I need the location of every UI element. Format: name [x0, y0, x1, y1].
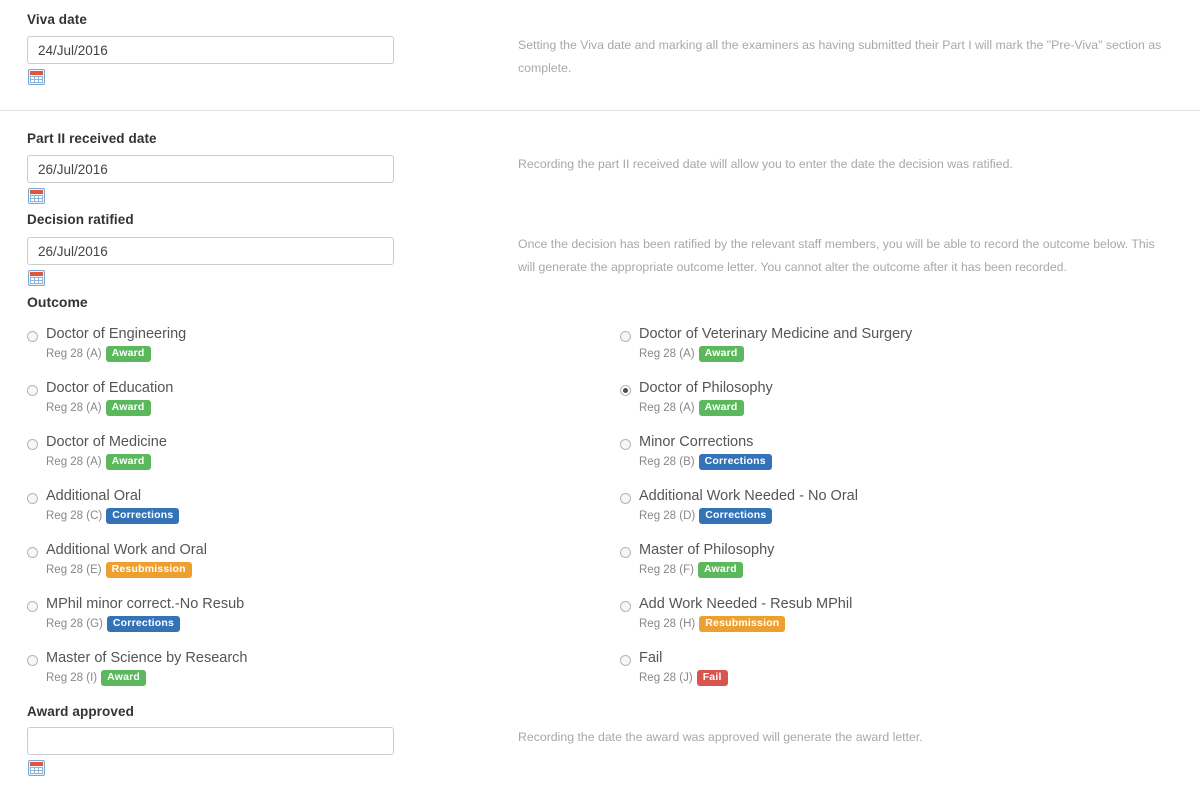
status-badge: Corrections: [106, 616, 181, 632]
outcome-option-meta: Reg 28 (C) Corrections: [46, 507, 180, 525]
status-badge: Corrections: [698, 454, 772, 470]
status-badge: Award: [698, 400, 744, 416]
outcome-regulation-text: Reg 28 (I): [46, 671, 98, 684]
calendar-icon-header: [30, 71, 43, 75]
outcome-regulation-text: Reg 28 (A): [46, 347, 102, 360]
outcome-form-page: Viva date Setting the Viva date and mark…: [0, 0, 1200, 788]
outcome-option-label[interactable]: Minor Corrections: [639, 434, 753, 450]
section-divider: [0, 110, 1200, 111]
status-badge: Award: [698, 346, 744, 362]
viva-date-input[interactable]: [27, 36, 394, 64]
outcome-option-meta: Reg 28 (E) Resubmission: [46, 561, 192, 579]
outcome-radio-button[interactable]: [620, 331, 631, 342]
outcome-option-label[interactable]: Doctor of Medicine: [46, 434, 167, 450]
calendar-icon-decision-ratified[interactable]: [28, 270, 45, 286]
decision-ratified-help-text: Once the decision has been ratified by t…: [518, 237, 1155, 274]
outcome-option-label[interactable]: Doctor of Engineering: [46, 326, 186, 342]
part-two-received-help-text: Recording the part II received date will…: [518, 157, 1013, 171]
viva-date-help-text: Setting the Viva date and marking all th…: [518, 38, 1162, 75]
outcome-option-meta: Reg 28 (B) Corrections: [639, 453, 772, 471]
outcome-option-label[interactable]: Fail: [639, 650, 662, 666]
outcome-radio-button[interactable]: [620, 601, 631, 612]
decision-ratified-input[interactable]: [27, 237, 394, 265]
outcome-regulation-text: Reg 28 (G): [46, 617, 103, 630]
outcome-radio-button[interactable]: [620, 655, 631, 666]
status-badge: Resubmission: [105, 562, 192, 578]
outcome-radio-button[interactable]: [620, 439, 631, 450]
outcome-option-meta: Reg 28 (I) Award: [46, 669, 147, 687]
outcome-radio-button[interactable]: [27, 655, 38, 666]
outcome-regulation-text: Reg 28 (B): [639, 455, 695, 468]
part-two-received-input[interactable]: [27, 155, 394, 183]
status-badge: Corrections: [106, 508, 180, 524]
outcome-option-meta: Reg 28 (D) Corrections: [639, 507, 773, 525]
outcome-regulation-text: Reg 28 (C): [46, 509, 103, 522]
outcome-option-meta: Reg 28 (J) Fail: [639, 669, 728, 687]
outcome-radio-button[interactable]: [27, 601, 38, 612]
outcome-radio-button[interactable]: [620, 547, 631, 558]
calendar-icon-header: [30, 190, 43, 194]
outcome-option-label[interactable]: Master of Science by Research: [46, 650, 247, 666]
outcome-regulation-text: Reg 28 (E): [46, 563, 102, 576]
calendar-icon-viva-date[interactable]: [28, 69, 45, 85]
outcome-option-label[interactable]: Doctor of Philosophy: [639, 380, 773, 396]
award-approved-input[interactable]: [27, 727, 394, 755]
outcome-regulation-text: Reg 28 (A): [639, 401, 695, 414]
outcome-option-meta: Reg 28 (H) Resubmission: [639, 615, 786, 633]
outcome-option-label[interactable]: MPhil minor correct.-No Resub: [46, 596, 244, 612]
outcome-radio-button[interactable]: [27, 547, 38, 558]
outcome-regulation-text: Reg 28 (J): [639, 671, 693, 684]
outcome-option-label[interactable]: Doctor of Education: [46, 380, 173, 396]
outcome-option-label[interactable]: Doctor of Veterinary Medicine and Surger…: [639, 326, 912, 342]
outcome-option-meta: Reg 28 (G) Corrections: [46, 615, 181, 633]
outcome-regulation-text: Reg 28 (D): [639, 509, 696, 522]
outcome-option-meta: Reg 28 (A) Award: [46, 345, 151, 363]
outcome-regulation-text: Reg 28 (H): [639, 617, 696, 630]
calendar-icon-grid: [30, 195, 43, 202]
outcome-radio-button[interactable]: [620, 493, 631, 504]
calendar-icon-header: [30, 272, 43, 276]
outcome-regulation-text: Reg 28 (A): [639, 347, 695, 360]
calendar-icon-header: [30, 762, 43, 766]
outcome-option-label[interactable]: Add Work Needed - Resub MPhil: [639, 596, 852, 612]
calendar-icon-award-approved[interactable]: [28, 760, 45, 776]
calendar-icon-grid: [30, 76, 43, 83]
status-badge: Fail: [696, 670, 728, 686]
status-badge: Award: [697, 562, 743, 578]
viva-date-label: Viva date: [27, 12, 87, 27]
outcome-option-meta: Reg 28 (A) Award: [639, 399, 744, 417]
outcome-regulation-text: Reg 28 (A): [46, 401, 102, 414]
outcome-radio-button[interactable]: [27, 439, 38, 450]
award-approved-label: Award approved: [27, 704, 134, 719]
calendar-icon-part-two-received[interactable]: [28, 188, 45, 204]
outcome-title: Outcome: [27, 294, 88, 310]
outcome-option-meta: Reg 28 (A) Award: [46, 453, 151, 471]
outcome-radio-button[interactable]: [27, 493, 38, 504]
outcome-radio-button[interactable]: [27, 331, 38, 342]
award-approved-help-text: Recording the date the award was approve…: [518, 730, 923, 744]
outcome-option-label[interactable]: Additional Oral: [46, 488, 141, 504]
outcome-option-label[interactable]: Additional Work and Oral: [46, 542, 207, 558]
status-badge: Resubmission: [699, 616, 786, 632]
status-badge: Award: [105, 454, 151, 470]
outcome-option-meta: Reg 28 (A) Award: [46, 399, 151, 417]
outcome-radio-button[interactable]: [620, 385, 631, 396]
outcome-regulation-text: Reg 28 (F): [639, 563, 694, 576]
outcome-option-meta: Reg 28 (A) Award: [639, 345, 744, 363]
status-badge: Award: [101, 670, 147, 686]
calendar-icon-grid: [30, 767, 43, 774]
outcome-radio-button[interactable]: [27, 385, 38, 396]
status-badge: Award: [105, 400, 151, 416]
part-two-received-label: Part II received date: [27, 131, 157, 146]
calendar-icon-grid: [30, 277, 43, 284]
outcome-option-meta: Reg 28 (F) Award: [639, 561, 743, 579]
status-badge: Corrections: [699, 508, 773, 524]
outcome-option-label[interactable]: Master of Philosophy: [639, 542, 774, 558]
status-badge: Award: [105, 346, 151, 362]
decision-ratified-label: Decision ratified: [27, 212, 134, 227]
outcome-regulation-text: Reg 28 (A): [46, 455, 102, 468]
outcome-option-label[interactable]: Additional Work Needed - No Oral: [639, 488, 858, 504]
